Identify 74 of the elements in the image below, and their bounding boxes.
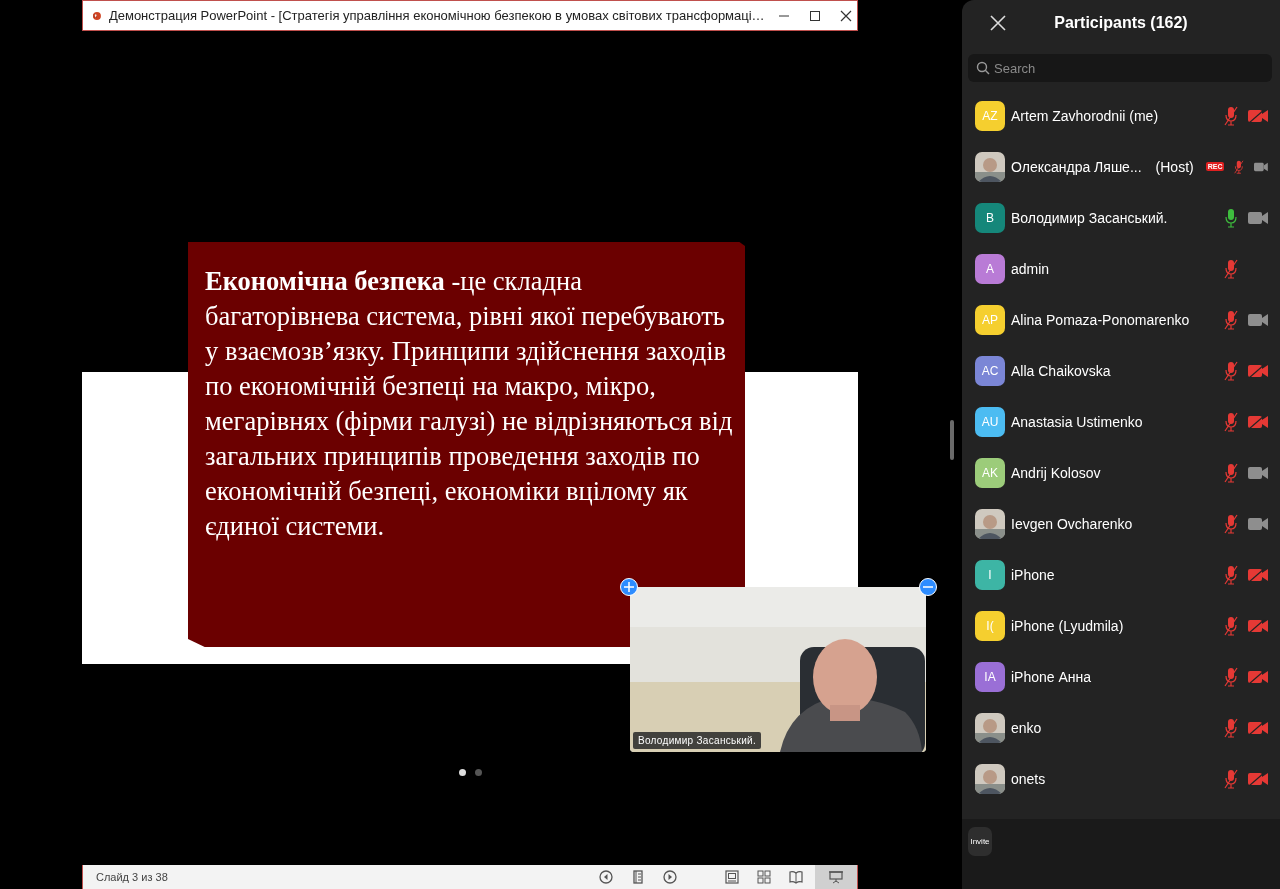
slide-text: Економічна безпека -це складна багаторівнева система, рівні якої перебувають у взаємозв’язку. Принципи здійснення заходів по економічній безпеці на макро, мікро, мегарівнях (фірми галузі) не відрізняються від загальних принципів проведення заходів по економічній безпеці, економіки вцілому як єдиної системи. [205, 265, 734, 543]
camera-icon[interactable] [1248, 516, 1268, 531]
camera-off-icon[interactable] [1248, 108, 1268, 123]
muted-mic-icon[interactable] [1224, 717, 1238, 738]
camera-off-icon[interactable] [1248, 720, 1268, 735]
close-icon [990, 15, 1006, 31]
muted-mic-icon[interactable] [1224, 768, 1238, 789]
participant-name: admin [1011, 260, 1050, 277]
muted-mic-icon[interactable] [1224, 564, 1238, 585]
presenter-button[interactable] [815, 865, 857, 889]
participant-name: enko [1011, 719, 1042, 736]
muted-mic-icon[interactable] [1224, 309, 1238, 330]
search-field[interactable]: Search [968, 54, 1272, 82]
muted-mic-icon[interactable] [1224, 360, 1238, 381]
camera-off-icon[interactable] [1248, 669, 1268, 684]
avatar: AZ [975, 100, 1005, 131]
avatar: I [975, 559, 1005, 590]
participant-name: Alina Pomaza-Ponomarenko [1011, 311, 1190, 328]
avatar: A [975, 253, 1005, 284]
muted-mic-icon[interactable] [1224, 258, 1238, 279]
pager-dot[interactable] [459, 769, 466, 776]
slide-counter: Слайд 3 из 38 [96, 871, 169, 883]
participant-role: (Host) [1155, 158, 1194, 175]
normal-view-icon [725, 870, 739, 884]
participant-name: Anastasia Ustimenko [1011, 413, 1143, 430]
muted-mic-icon[interactable] [1224, 411, 1238, 432]
next-icon [663, 870, 677, 884]
pager-dot[interactable] [475, 769, 482, 776]
maximize-icon [808, 9, 821, 22]
participant-name: Ievgen Ovcharenko [1011, 515, 1133, 532]
participant-name: Alla Chaikovska [1011, 362, 1111, 379]
camera-off-icon[interactable] [1248, 363, 1268, 378]
camera-icon[interactable] [1248, 210, 1268, 225]
participant-name: Володимир Засанський. [633, 732, 762, 749]
participant-name: Олександра Ляше... [1011, 158, 1142, 175]
participant-name: Andrij Kolosov [1011, 464, 1101, 481]
muted-mic-icon[interactable] [1224, 462, 1238, 483]
window-title: Демонстрация PowerPoint - [Стратегія управління економічною безпекою в умовах світових трансформаці… [108, 8, 765, 23]
scroll-handle[interactable] [950, 419, 954, 460]
participant-name: Artem Zavhorodnii (me) [1011, 107, 1159, 124]
participant-name: onets [1011, 770, 1046, 787]
avatar: AC [975, 355, 1005, 386]
avatar: AP [975, 304, 1005, 335]
camera-off-icon[interactable] [1248, 618, 1268, 633]
presenter-icon [829, 870, 843, 884]
muted-mic-icon[interactable] [1224, 513, 1238, 534]
grid-icon [757, 870, 771, 884]
participant-name: Володимир Засанський. [1011, 209, 1168, 226]
participant-name: iPhone [1011, 566, 1055, 583]
plus-icon [624, 582, 634, 592]
camera-icon[interactable] [1248, 312, 1268, 327]
avatar: I( [975, 610, 1005, 641]
participant-name: iPhone Анна [1011, 668, 1092, 685]
participant-name: iPhone (Lyudmila) [1011, 617, 1124, 634]
camera-off-icon[interactable] [1248, 567, 1268, 582]
muted-mic-icon[interactable] [1224, 615, 1238, 636]
muted-mic-icon[interactable] [1224, 105, 1238, 126]
book-icon [789, 870, 803, 884]
minimize-video-button[interactable] [919, 578, 937, 596]
avatar: IA [975, 661, 1005, 692]
avatar: AU [975, 406, 1005, 437]
avatar: B [975, 202, 1005, 233]
search-icon [976, 61, 990, 75]
camera-off-icon[interactable] [1248, 771, 1268, 786]
invite-button[interactable]: Invite [968, 827, 992, 856]
previous-icon [599, 870, 613, 884]
close-icon [839, 9, 852, 22]
panel-title: Participants (162) [1054, 14, 1188, 32]
mic-icon[interactable] [1224, 207, 1238, 228]
avatar: AK [975, 457, 1005, 488]
camera-icon[interactable] [1248, 465, 1268, 480]
muted-mic-icon[interactable] [1224, 666, 1238, 687]
notes-icon [631, 870, 645, 884]
camera-off-icon[interactable] [1248, 414, 1268, 429]
